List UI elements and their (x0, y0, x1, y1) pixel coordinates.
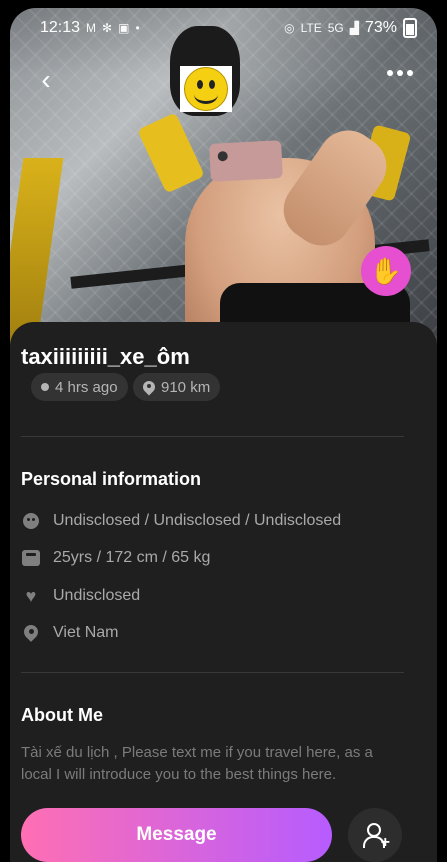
image-icon: ▣ (118, 21, 130, 35)
about-me-text: Tài xế du lịch , Please text me if you t… (21, 744, 373, 783)
last-seen-badge: 4 hrs ago (31, 373, 128, 401)
info-row-text: 25yrs / 172 cm / 65 kg (53, 549, 211, 566)
add-friend-button[interactable]: + (348, 808, 402, 862)
scale-icon (21, 548, 41, 568)
profile-username: taxiiiiiiiii_xe_ôm (21, 344, 190, 369)
message-button[interactable]: Message (21, 808, 332, 862)
hotspot-icon: ◎ (284, 21, 295, 35)
lte-indicator: LTE (300, 21, 322, 35)
distance-text: 910 km (161, 378, 211, 396)
info-row-text: Undisclosed / Undisclosed / Undisclosed (53, 512, 342, 529)
fan-icon: ✻ (102, 21, 113, 35)
smiley-icon (184, 67, 228, 111)
network-indicator: 5G (327, 21, 344, 35)
photo-phone (209, 140, 283, 182)
status-bar: 12:13 M ✻ ▣ • ◎ LTE 5G ▟ 73% (10, 8, 437, 48)
status-time: 12:13 (40, 19, 81, 36)
more-dot (407, 70, 413, 76)
distance-badge: 910 km (133, 373, 221, 401)
info-row-identity: Undisclosed / Undisclosed / Undisclosed (21, 511, 341, 531)
message-button-label: Message (136, 824, 217, 845)
wave-hand-icon: ✋ (369, 255, 403, 286)
heart-icon: ♥ (25, 585, 37, 606)
gmail-icon: M (86, 21, 97, 35)
personal-info-title: Personal information (21, 469, 202, 489)
divider (21, 436, 404, 437)
battery-percent: 73% (364, 19, 397, 36)
info-row-text: Undisclosed (53, 587, 141, 604)
location-icon (21, 623, 41, 643)
more-dot (387, 70, 393, 76)
info-row-text: Viet Nam (53, 624, 119, 641)
dot-icon: • (135, 21, 140, 35)
more-dot (397, 70, 403, 76)
location-pin-icon (143, 381, 155, 393)
wave-button[interactable]: ✋ (361, 246, 411, 296)
about-me-title: About Me (21, 705, 103, 725)
status-dot-icon (41, 383, 49, 391)
chevron-left-icon: ‹ (41, 64, 51, 95)
info-row-location: Viet Nam (21, 623, 119, 643)
info-row-relationship: ♥ Undisclosed (21, 585, 141, 606)
person-add-icon: + (362, 822, 390, 851)
profile-photo[interactable] (10, 8, 437, 348)
battery-icon (403, 18, 417, 38)
app-screen: 12:13 M ✻ ▣ • ◎ LTE 5G ▟ 73% ‹ ✋ (10, 8, 437, 862)
last-seen-text: 4 hrs ago (55, 378, 118, 396)
face-sticker (180, 66, 232, 112)
signal-icon: ▟ (349, 21, 359, 35)
face-icon (21, 511, 41, 531)
more-options-button[interactable] (387, 70, 413, 76)
back-button[interactable]: ‹ (32, 64, 60, 95)
info-row-body: 25yrs / 172 cm / 65 kg (21, 548, 210, 568)
divider (21, 672, 404, 673)
